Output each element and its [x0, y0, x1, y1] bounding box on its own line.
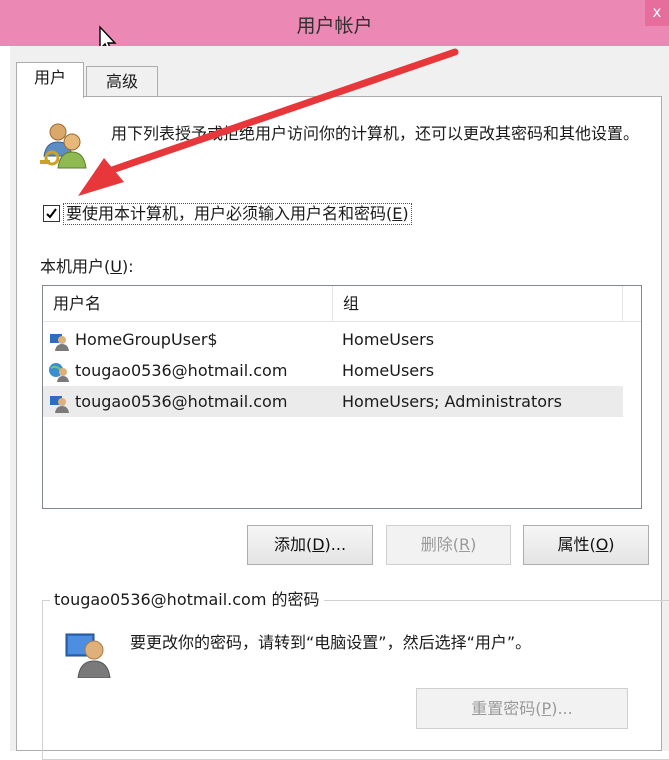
- table-row[interactable]: tougao0536@hotmail.com HomeUsers: [43, 355, 623, 386]
- close-button[interactable]: x: [645, 0, 669, 26]
- user-icon: [49, 330, 69, 351]
- user-password-icon: [64, 628, 112, 679]
- table-row[interactable]: tougao0536@hotmail.com HomeUsers; Admini…: [43, 386, 623, 417]
- user-icon: [49, 392, 69, 413]
- users-icon: [38, 120, 90, 170]
- require-login-checkbox[interactable]: [43, 205, 60, 222]
- globe-user-icon: [49, 361, 69, 382]
- remove-button[interactable]: 删除(R): [386, 525, 511, 565]
- tab-advanced[interactable]: 高级: [86, 66, 158, 97]
- reset-password-button[interactable]: 重置密码(P)...: [416, 688, 628, 729]
- column-header-group[interactable]: 组: [333, 286, 623, 322]
- table-row[interactable]: HomeGroupUser$ HomeUsers: [43, 324, 623, 355]
- password-groupbox: [42, 600, 669, 760]
- add-button[interactable]: 添加(D)...: [247, 525, 373, 565]
- user-list[interactable]: 用户名 组 HomeGroupUser$ HomeUsers tougao053…: [42, 285, 642, 509]
- list-header: 用户名 组: [43, 286, 641, 322]
- column-header-username[interactable]: 用户名: [43, 286, 333, 322]
- local-users-label: 本机用户(U):: [40, 257, 134, 276]
- tab-users[interactable]: 用户: [16, 62, 84, 98]
- password-group-title: tougao0536@hotmail.com 的密码: [50, 589, 324, 611]
- properties-button[interactable]: 属性(O): [523, 525, 649, 565]
- require-login-label[interactable]: 要使用本计算机，用户必须输入用户名和密码(E): [63, 203, 412, 225]
- intro-text: 用下列表授予或拒绝用户访问你的计算机，还可以更改其密码和其他设置。: [111, 124, 640, 143]
- password-instructions: 要更改你的密码，请转到“电脑设置”，然后选择“用户”。: [130, 633, 532, 652]
